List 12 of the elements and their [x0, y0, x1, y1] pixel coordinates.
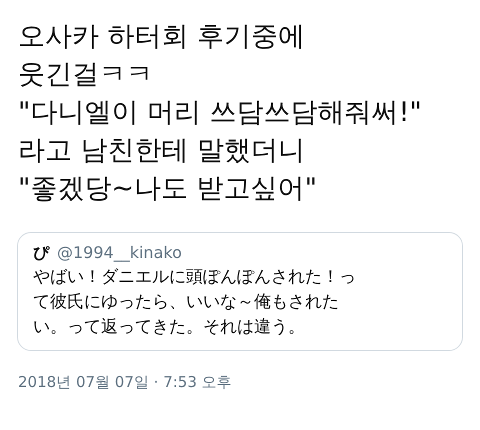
tweet-text-line: 라고 남친한테 말했더니: [18, 134, 306, 168]
tweet-text-line: 웃긴걸ㅋㅋ: [18, 58, 154, 92]
quoted-text-line: やばい！ダニエルに頭ぽんぽんされた！っ: [33, 266, 357, 289]
tweet-text-line: "다니엘이 머리 쓰담쓰담해줘써!": [18, 96, 423, 130]
tweet-text-line: "좋겠당~나도 받고싶어": [18, 172, 318, 206]
author-name: ぴ: [33, 242, 49, 264]
author-handle: @1994__kinako: [57, 242, 182, 264]
quoted-text-line: て彼氏にゆったら、いいな～俺もされた: [33, 291, 340, 314]
tweet-text-line: 오사카 하터회 후기중에: [18, 20, 306, 54]
quoted-text-line: い。って返ってきた。それは違う。: [33, 316, 306, 339]
quoted-tweet-card[interactable]: ぴ @1994__kinako やばい！ダニエルに頭ぽんぽんされた！っ て彼氏にゆったら、いいな～俺もされた い。って返ってきた。それは違う。: [17, 232, 463, 351]
timestamp: 2018년 07월 07일 · 7:53 오후: [17, 372, 233, 393]
